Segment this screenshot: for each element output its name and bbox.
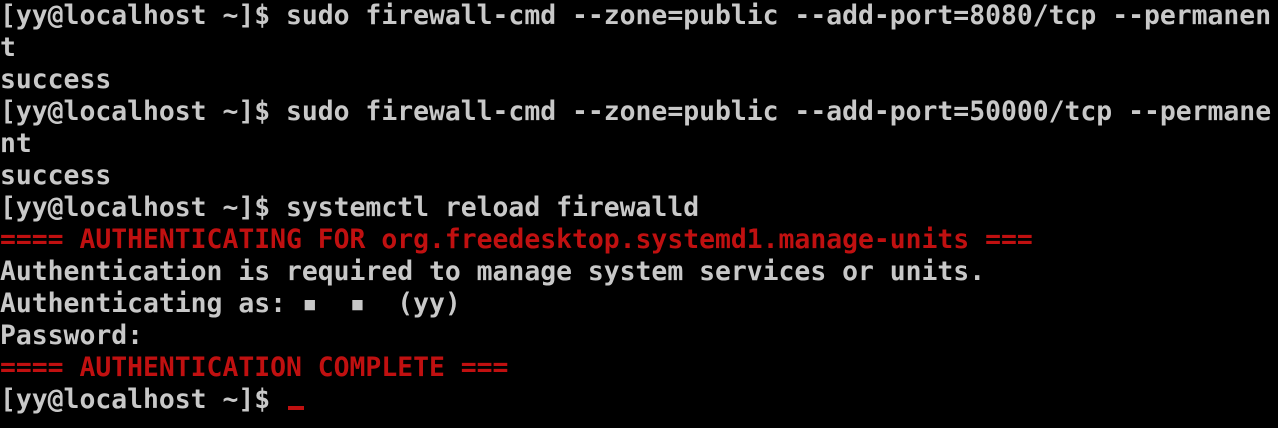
terminal-line-7: [yy@localhost ~]$ systemctl reload firew…	[0, 192, 700, 223]
terminal-line-9: Authentication is required to manage sys…	[0, 256, 986, 287]
terminal-window[interactable]: [yy@localhost ~]$ sudo firewall-cmd --zo…	[0, 0, 1278, 428]
terminal-line-6: success	[0, 160, 112, 191]
terminal-line-1: [yy@localhost ~]$ sudo firewall-cmd --zo…	[0, 0, 1272, 31]
active-prompt-line[interactable]: [yy@localhost ~]$	[0, 384, 1278, 416]
text-cursor	[288, 406, 304, 410]
auth-banner-start: ==== AUTHENTICATING FOR org.freedesktop.…	[0, 224, 1033, 255]
authenticating-as-line: Authenticating as: ▪ ▪ (yy)	[0, 288, 461, 319]
terminal-line-3: success	[0, 64, 112, 95]
terminal-line-5: nt	[0, 128, 32, 159]
auth-banner-complete: ==== AUTHENTICATION COMPLETE ===	[0, 352, 509, 383]
terminal-line-2: t	[0, 32, 16, 63]
password-prompt-line: Password:	[0, 320, 143, 351]
shell-prompt: [yy@localhost ~]$	[0, 384, 286, 415]
terminal-line-4: [yy@localhost ~]$ sudo firewall-cmd --zo…	[0, 96, 1272, 127]
